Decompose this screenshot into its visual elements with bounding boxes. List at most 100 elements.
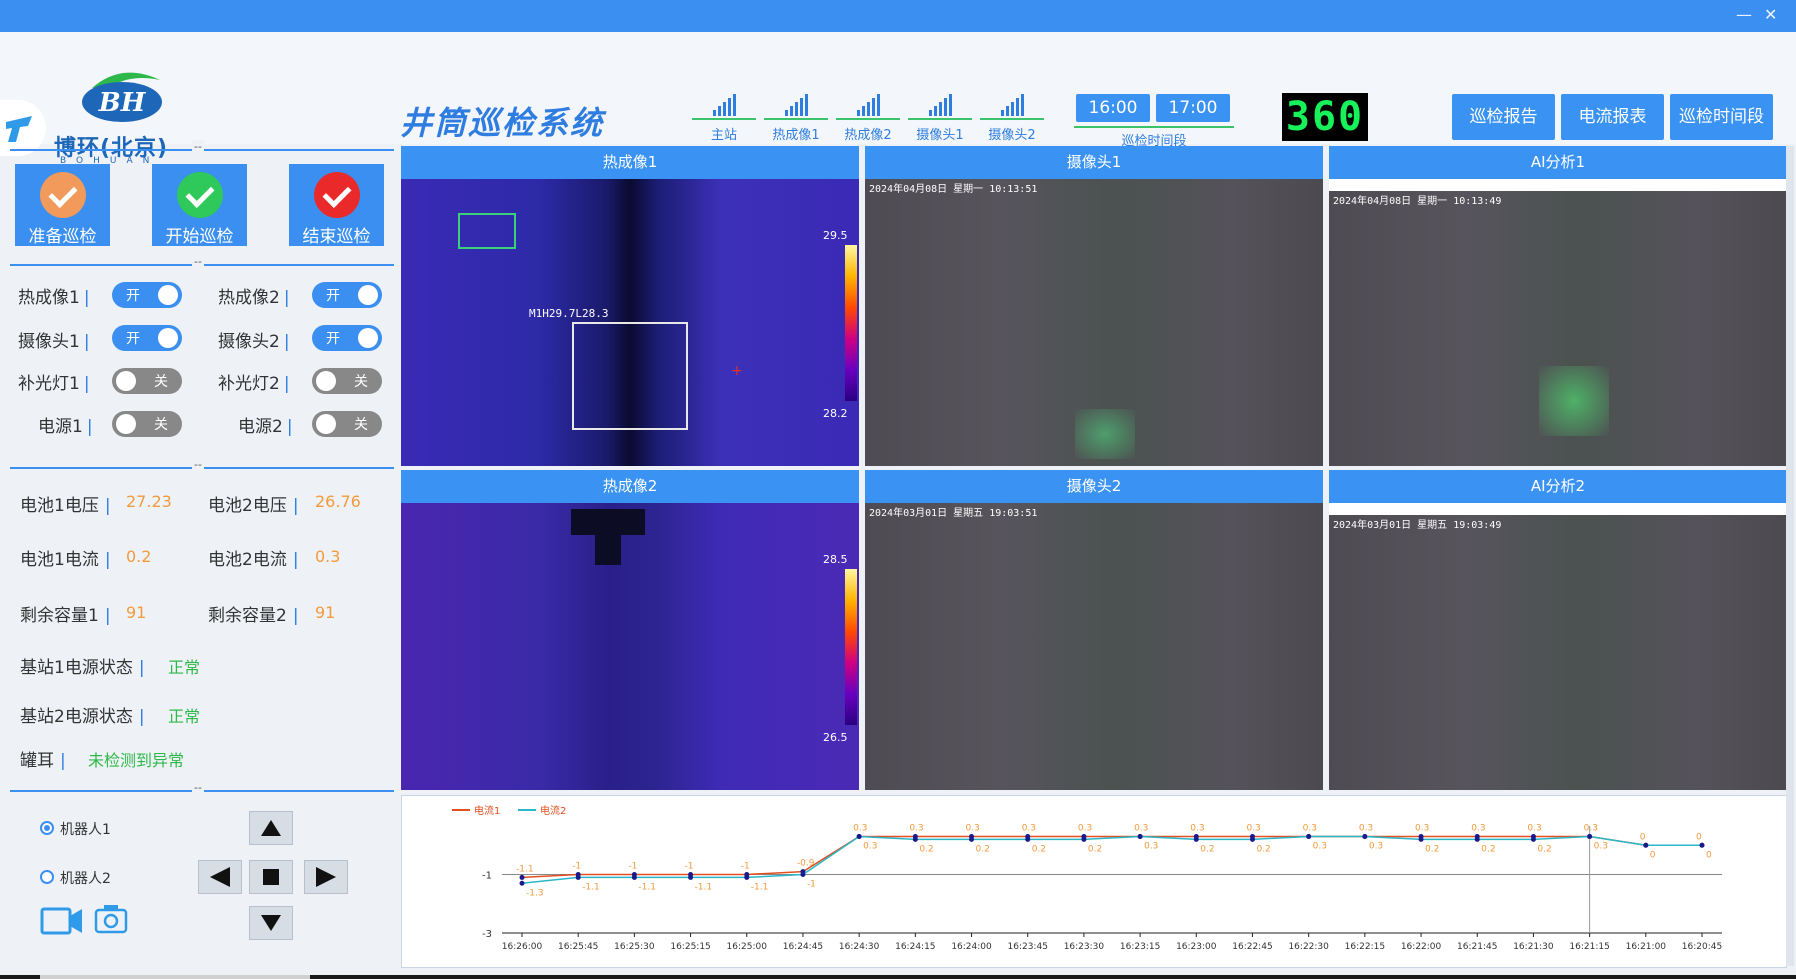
light2-switch[interactable]: 关 — [312, 368, 382, 394]
data-point — [856, 833, 862, 839]
x-tick-label: 16:22:00 — [1401, 942, 1442, 952]
app-badge-icon — [6, 116, 32, 142]
robot1-radio[interactable] — [40, 821, 54, 835]
check-icon — [39, 172, 86, 218]
capacity1-label: 剩余容量1 | — [20, 606, 111, 626]
data-label: 0.3 — [1078, 823, 1092, 833]
x-tick-label: 16:25:45 — [558, 942, 598, 952]
thermal1-view[interactable]: 热成像1 M1H29.7L28.3 + 29.5 28.2 — [401, 146, 859, 466]
data-label: 0.2 — [1032, 844, 1046, 854]
minimize-button[interactable]: — — [1736, 6, 1752, 24]
camera1-screen: 2024年04月08日 星期一 10:13:51 — [865, 179, 1323, 466]
camera-snapshot-icon[interactable] — [94, 903, 128, 935]
inspection-report-button[interactable]: 巡检报告 — [1452, 94, 1555, 140]
power1-switch[interactable]: 关 — [112, 411, 182, 437]
data-point — [1025, 836, 1031, 842]
signal-label: 热成像1 — [772, 128, 820, 143]
signal-label: 摄像头2 — [988, 128, 1036, 143]
measurement-box — [572, 322, 688, 430]
button-label: 结束巡检 — [302, 227, 371, 247]
light-spot — [1075, 409, 1135, 459]
data-label: 0.2 — [1425, 844, 1439, 854]
timestamp: 2024年04月08日 星期一 10:13:49 — [1333, 196, 1502, 207]
scale-max: 28.5 — [823, 553, 848, 566]
camera2-switch[interactable]: 开 — [312, 325, 382, 351]
robot2-label: 机器人2 — [60, 871, 111, 887]
data-point — [575, 874, 581, 880]
prepare-inspection-button[interactable]: 准备巡检 — [15, 164, 110, 247]
move-down-button[interactable] — [249, 906, 293, 940]
toggle-label-power2: 电源2 | — [238, 417, 293, 437]
x-tick-label: 16:25:00 — [727, 942, 768, 952]
data-label: 0.2 — [1537, 844, 1551, 854]
data-point — [1081, 836, 1087, 842]
camera2-view[interactable]: 摄像头2 2024年03月01日 星期五 19:03:51 — [865, 470, 1323, 790]
data-label: 0 — [1640, 832, 1646, 842]
timestamp: 2024年04月08日 星期一 10:13:51 — [869, 184, 1038, 195]
camera1-view[interactable]: 摄像头1 2024年04月08日 星期一 10:13:51 — [865, 146, 1323, 466]
move-left-button[interactable] — [198, 860, 242, 894]
x-tick-label: 16:24:45 — [783, 942, 823, 952]
thermal1-switch[interactable]: 开 — [112, 282, 182, 308]
thermal2-switch[interactable]: 开 — [312, 282, 382, 308]
separator: -- — [10, 140, 394, 153]
thermal-overlay-text: M1H29.7L28.3 — [529, 307, 609, 320]
time-start[interactable]: 16:00 — [1076, 94, 1150, 122]
camera1-switch[interactable]: 开 — [112, 325, 182, 351]
power2-switch[interactable]: 关 — [312, 411, 382, 437]
current-report-button[interactable]: 电流报表 — [1561, 94, 1664, 140]
current-line-chart: -1 -3 16:26:00 16:25:45 16:25:30 16:25:15 16:2… — [452, 804, 1722, 952]
data-point — [1643, 842, 1649, 848]
data-label: 0.3 — [1313, 841, 1327, 851]
stop-button[interactable] — [249, 860, 293, 894]
data-point — [969, 836, 975, 842]
robot2-radio[interactable] — [40, 870, 54, 884]
signal-bars-icon — [836, 94, 900, 120]
scrollbar[interactable] — [1786, 146, 1794, 966]
data-label: 0.3 — [1584, 823, 1598, 833]
data-point — [912, 836, 918, 842]
toggle-label-thermal2: 热成像2 | — [218, 288, 290, 308]
x-tick-label: 16:23:00 — [1176, 942, 1217, 952]
data-label: 0.3 — [1144, 841, 1158, 851]
legend-label: 电流2 — [540, 804, 566, 817]
scale-max: 29.5 — [823, 229, 848, 242]
signal-label: 摄像头1 — [916, 128, 964, 143]
capacity1-value: 91 — [126, 603, 147, 622]
video-record-icon[interactable] — [40, 903, 84, 937]
data-point — [1249, 836, 1255, 842]
thermal2-screen: 28.5 26.5 — [401, 503, 859, 790]
start-inspection-button[interactable]: 开始巡检 — [152, 164, 247, 247]
data-point — [688, 874, 694, 880]
ai1-view[interactable]: AI分析1 2024年04月08日 星期一 10:13:49 — [1329, 146, 1787, 466]
signal-camera1: 摄像头1 — [908, 94, 972, 143]
video-title: AI分析1 — [1329, 146, 1787, 179]
ear-status-value: 未检测到异常 — [88, 751, 185, 770]
signal-bars-icon — [692, 94, 756, 120]
time-end[interactable]: 17:00 — [1156, 94, 1230, 122]
thermal2-view[interactable]: 热成像2 28.5 26.5 — [401, 470, 859, 790]
end-inspection-button[interactable]: 结束巡检 — [289, 164, 384, 247]
battery1-current-label: 电池1电流 | — [20, 550, 111, 570]
data-point — [519, 874, 525, 880]
data-label: 0.2 — [1481, 844, 1495, 854]
move-right-button[interactable] — [304, 860, 348, 894]
battery1-voltage-label: 电池1电压 | — [20, 496, 111, 516]
data-point — [1587, 833, 1593, 839]
data-label: 0.3 — [863, 841, 877, 851]
data-point — [1699, 842, 1705, 848]
data-label: 0.2 — [1088, 844, 1102, 854]
data-label: 0.3 — [1246, 823, 1260, 833]
close-button[interactable]: ✕ — [1764, 6, 1777, 24]
move-up-button[interactable] — [249, 811, 293, 845]
station1-power-value: 正常 — [168, 658, 201, 677]
x-tick-label: 16:23:45 — [1008, 942, 1048, 952]
side-logo-badge — [0, 100, 46, 156]
arrow-left-icon — [210, 867, 230, 887]
time-period-button[interactable]: 巡检时间段 — [1670, 94, 1773, 140]
ai2-view[interactable]: AI分析2 2024年03月01日 星期五 19:03:49 — [1329, 470, 1787, 790]
toggle-label-camera1: 摄像头1 | — [18, 332, 90, 352]
data-label: 0.2 — [1200, 844, 1214, 854]
x-tick-label: 16:24:00 — [951, 942, 992, 952]
light1-switch[interactable]: 关 — [112, 368, 182, 394]
